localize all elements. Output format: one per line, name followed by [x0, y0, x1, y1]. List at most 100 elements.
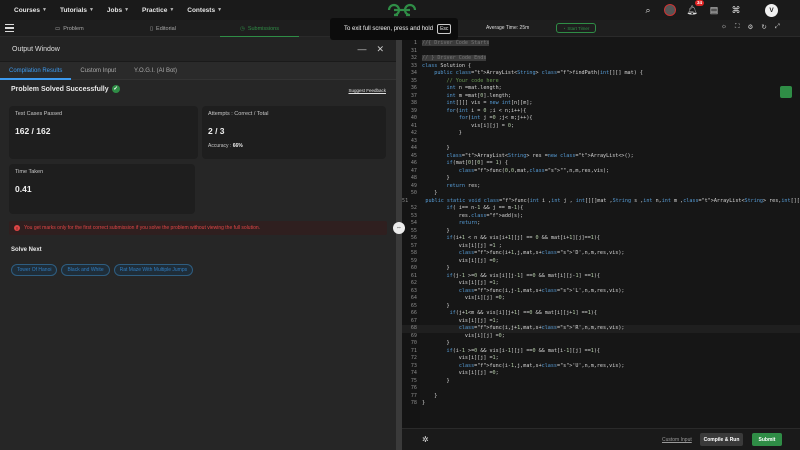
chat-icon[interactable]: ▤: [707, 3, 721, 17]
code-line[interactable]: 39 for(int i = 0 ;i < n;i++){: [402, 108, 800, 116]
code-line[interactable]: 67 vis[i][j] =1;: [402, 318, 800, 326]
nav-jobs[interactable]: Jobs ▼: [107, 7, 129, 14]
avatar[interactable]: V: [765, 3, 778, 17]
code-line[interactable]: 52 if( i== n-1 && j == m-1){: [402, 205, 800, 213]
nav-tutorials[interactable]: Tutorials ▼: [60, 7, 94, 14]
code-line[interactable]: 49 return res;: [402, 183, 800, 191]
code-line[interactable]: 63 class="f">func(i,j-1,mat,s+class="s">…: [402, 288, 800, 296]
solve-next-chip[interactable]: Tower Of Hanoi: [11, 264, 58, 276]
code-line[interactable]: 38 int[][] vis = new int[n][m];: [402, 100, 800, 108]
solve-next-chip[interactable]: Black and White: [61, 264, 110, 276]
code-line[interactable]: 69 vis[i][j] =0;: [402, 333, 800, 341]
result-tabs: Compilation Results Custom Input Y.O.G.I…: [0, 62, 396, 80]
tab-custom-input[interactable]: Custom Input: [71, 62, 125, 80]
fullscreen-icon[interactable]: ⛶: [735, 23, 740, 31]
sun-icon[interactable]: ☼: [721, 23, 727, 31]
code-line[interactable]: 61 if(j-1 >=0 && vis[i][j-1] ==0 && mat[…: [402, 273, 800, 281]
code-line[interactable]: 62 vis[i][j] =1;: [402, 280, 800, 288]
code-line[interactable]: 34 public class="t">ArrayList<String> cl…: [402, 70, 800, 78]
menu-icon[interactable]: [5, 24, 14, 34]
submit-button[interactable]: Submit: [752, 433, 782, 446]
tab-submissions[interactable]: ◷ Submissions: [220, 20, 299, 37]
nav-courses[interactable]: Courses ▼: [14, 7, 47, 14]
code-line[interactable]: 36 int n =mat.length;: [402, 85, 800, 93]
code-line[interactable]: 48 }: [402, 175, 800, 183]
code-line[interactable]: 32 // } Driver Code Ends: [402, 55, 800, 63]
close-icon[interactable]: ✕: [376, 44, 384, 55]
code-text: }: [422, 227, 450, 234]
code-line[interactable]: 59 vis[i][j] =0;: [402, 258, 800, 266]
code-line[interactable]: 42 }: [402, 130, 800, 138]
code-line[interactable]: 33 class Solution {: [402, 63, 800, 71]
code-text: if(i-1 >=0 && vis[i-1][j] ==0 && mat[i-1…: [446, 347, 600, 354]
code-line[interactable]: 76: [402, 385, 800, 393]
tab-yogi-ai-bot[interactable]: Y.O.G.I. (AI Bot): [125, 62, 186, 80]
tab-compilation-results[interactable]: Compilation Results: [0, 62, 72, 80]
output-window-title: Output Window: [12, 45, 60, 53]
code-text: vis[i][j] =0;: [422, 295, 505, 301]
nav-contests[interactable]: Contests ▼: [187, 7, 222, 14]
site-logo-icon[interactable]: [385, 1, 419, 18]
code-line[interactable]: 44 }: [402, 145, 800, 153]
solve-next-chip[interactable]: Rat Maze With Multiple Jumps: [113, 264, 194, 276]
side-chat-icon[interactable]: [780, 86, 792, 98]
code-line[interactable]: 56 if(i+1 < n && vis[i+1][j] == 0 && mat…: [402, 235, 800, 243]
code-line[interactable]: 55 }: [402, 228, 800, 236]
suggest-feedback-link[interactable]: Suggest Feedback: [348, 88, 386, 93]
code-line[interactable]: 40 for(int j =0 ;j< m;j++){: [402, 115, 800, 123]
search-icon[interactable]: ⌕: [641, 3, 655, 17]
code-line[interactable]: 77 }: [402, 393, 800, 401]
expand-icon[interactable]: ⤢: [775, 23, 780, 31]
code-line[interactable]: 51 public static void class="f">func(int…: [402, 198, 800, 206]
line-number: 76: [410, 385, 417, 391]
line-number: 47: [410, 167, 417, 174]
code-line[interactable]: 66 if(j+1<m && vis[i][j+1] ==0 && mat[i]…: [402, 310, 800, 318]
code-line[interactable]: 1 //{ Driver Code Starts: [402, 40, 800, 48]
line-number: 1: [413, 40, 417, 46]
code-line[interactable]: 58 class="f">func(i+1,j,mat,s+class="s">…: [402, 250, 800, 258]
gfg-icon[interactable]: [663, 3, 677, 17]
code-line[interactable]: 50 }: [402, 190, 800, 198]
code-line[interactable]: 31: [402, 48, 800, 56]
line-number: 73: [410, 362, 417, 369]
notification-bell-icon[interactable]: 🔔︎ 34: [685, 0, 704, 17]
code-line[interactable]: 74 vis[i][j] =0;: [402, 370, 800, 378]
code-line[interactable]: 47 class="f">func(0,0,mat,class="s">"",n…: [402, 168, 800, 176]
code-line[interactable]: 45 class="t">ArrayList<String> res =new …: [402, 153, 800, 161]
code-line[interactable]: 75 }: [402, 378, 800, 386]
translate-icon[interactable]: ⌘: [729, 3, 743, 17]
tab-editorial[interactable]: ▯ Editorial: [150, 20, 176, 37]
settings-icon[interactable]: ⚙: [748, 23, 754, 31]
code-line[interactable]: 46 if(mat[0][0] == 1) {: [402, 160, 800, 168]
code-line[interactable]: 65 }: [402, 303, 800, 311]
code-line[interactable]: 70 }: [402, 340, 800, 348]
code-line[interactable]: 43: [402, 138, 800, 146]
code-line[interactable]: 72 vis[i][j] =1;: [402, 355, 800, 363]
output-window: Output Window — ✕ Compilation Results Cu…: [0, 37, 396, 450]
settings-icon[interactable]: ✲: [422, 435, 429, 444]
code-line[interactable]: 64 vis[i][j] =0;: [402, 295, 800, 303]
line-number: 40: [410, 115, 417, 121]
code-line[interactable]: 35 // Your code here: [402, 78, 800, 86]
code-line[interactable]: 57 vis[i][j] =1 ;: [402, 243, 800, 251]
code-line[interactable]: 73 class="f">func(i-1,j,mat,s+class="s">…: [402, 363, 800, 371]
code-text: }: [422, 175, 450, 181]
drag-handle-icon[interactable]: ⇔: [393, 222, 405, 234]
status-message: Problem Solved Successfully ✓: [11, 85, 120, 93]
code-line[interactable]: 78}: [402, 400, 800, 408]
code-line[interactable]: 71 if(i-1 >=0 && vis[i-1][j] ==0 && mat[…: [402, 348, 800, 356]
nav-practice[interactable]: Practice ▼: [142, 7, 174, 14]
code-line[interactable]: 53 res.class="f">add(s);: [402, 213, 800, 221]
code-line[interactable]: 37 int m =mat[0].length;: [402, 93, 800, 101]
code-line[interactable]: 54 return;: [402, 220, 800, 228]
tab-problem[interactable]: ▭ Problem: [55, 20, 84, 37]
custom-input-link[interactable]: Custom Input: [662, 437, 692, 443]
code-line[interactable]: 41 vis[i][j] = 0;: [402, 123, 800, 131]
minimize-icon[interactable]: —: [357, 44, 366, 55]
code-editor[interactable]: 1 //{ Driver Code Starts 31 32 // } Driver C…: [402, 37, 800, 428]
start-timer-button[interactable]: ◔ Start Timer: [556, 23, 596, 33]
code-line[interactable]: 68 class="f">func(i,j+1,mat,s+class="s">…: [402, 325, 800, 333]
code-line[interactable]: 60 }: [402, 265, 800, 273]
compile-run-button[interactable]: Compile & Run: [700, 433, 743, 446]
refresh-icon[interactable]: ↻: [761, 23, 766, 31]
